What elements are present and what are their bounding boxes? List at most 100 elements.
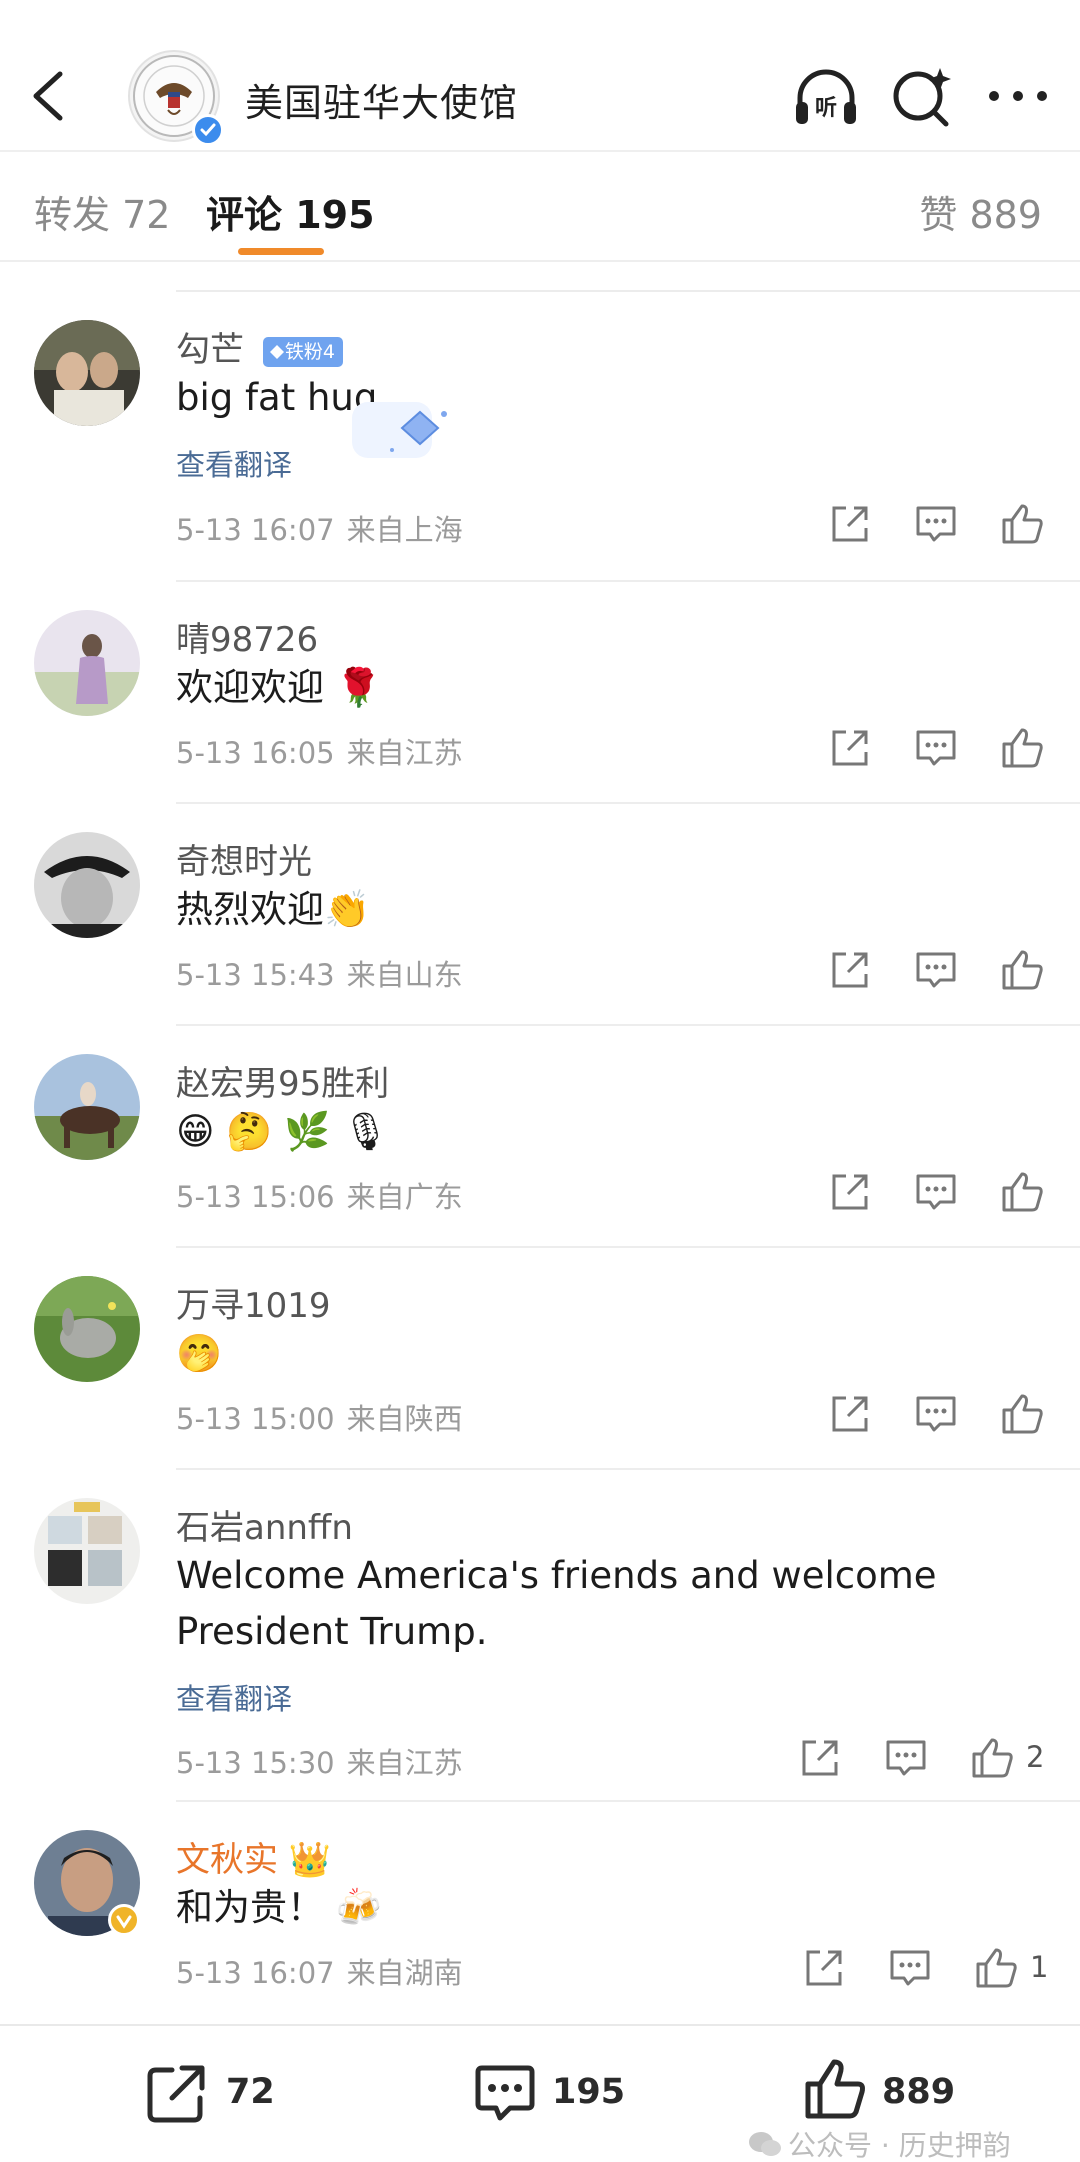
comment-button[interactable]: 195 [470, 2054, 640, 2134]
user-avatar[interactable] [34, 1276, 140, 1382]
comment-meta: 5-13 15:30 来自江苏 [176, 1740, 463, 1782]
like-count: 2 [1026, 1740, 1045, 1774]
listen-button[interactable]: 听 [790, 60, 862, 132]
comment-username[interactable]: 赵宏男95胜利 [176, 1056, 389, 1105]
reply-button[interactable] [910, 722, 962, 774]
bottom-action-bar: 72 195 889 公众号 · 历史押韵 [0, 2024, 1080, 2162]
like-post-button[interactable]: 889 [800, 2054, 970, 2134]
comment-time: 5-13 15:06 [176, 1180, 335, 1214]
comment-bubble-icon [886, 1740, 926, 1776]
user-avatar[interactable] [34, 320, 140, 426]
like-button[interactable] [996, 1166, 1048, 1218]
top-navigation-bar: 美国驻华大使馆 听 [0, 0, 1080, 152]
watermark: 公众号 · 历史押韵 [748, 2124, 1011, 2162]
share-icon [832, 952, 868, 988]
comment-meta: 5-13 15:06 来自广东 [176, 1174, 463, 1216]
comment-time: 5-13 16:05 [176, 736, 335, 770]
share-icon [832, 1174, 868, 1210]
comment-bubble-icon [916, 952, 956, 988]
reply-button[interactable] [910, 1388, 962, 1440]
thumbs-up-icon [972, 1738, 1013, 1778]
comment-text-line-2: President Trump. [176, 1610, 488, 1653]
comment-item: 赵宏男95胜利 😁 🤔 🌿 🎙 5-13 15:06 来自广东 [0, 1026, 1080, 1248]
thumbs-up-icon [976, 1948, 1017, 1988]
like-count: 1 [1030, 1950, 1049, 1984]
share-icon [802, 1740, 838, 1776]
watermark-text: 公众号 · 历史押韵 [788, 2129, 1011, 2162]
comment-time: 5-13 15:00 [176, 1402, 335, 1436]
like-button[interactable] [996, 944, 1048, 996]
view-translation-link[interactable]: 查看翻译 [176, 442, 292, 484]
wechat-icon [749, 2132, 781, 2156]
comment-bubble-icon [916, 730, 956, 766]
tab-reposts[interactable]: 转发 72 [34, 184, 170, 239]
like-count: 889 [882, 2072, 956, 2112]
verified-badge-icon [108, 1904, 140, 1936]
reply-button[interactable] [884, 1942, 936, 1994]
reply-button[interactable] [910, 1166, 962, 1218]
comment-meta: 5-13 16:07 来自上海 [176, 507, 463, 549]
user-avatar[interactable] [34, 1054, 140, 1160]
more-options-button[interactable] [982, 60, 1054, 132]
comment-item: 文秋实 👑 和为贵！ 🍻 5-13 16:07 来自湖南 1 [0, 1802, 1080, 2024]
share-button[interactable] [798, 1942, 850, 1994]
comment-username[interactable]: 石岩annffn [176, 1500, 353, 1549]
like-button[interactable] [970, 1942, 1022, 1994]
repost-button[interactable]: 72 [142, 2054, 292, 2134]
share-button[interactable] [824, 498, 876, 550]
share-button[interactable] [824, 1166, 876, 1218]
like-button[interactable] [996, 498, 1048, 550]
user-avatar[interactable] [34, 610, 140, 716]
comment-item: 晴98726 欢迎欢迎 🌹 5-13 16:05 来自江苏 [0, 582, 1080, 804]
comment-text-line-1: Welcome America's friends and welcome [176, 1554, 937, 1597]
comment-time: 5-13 15:43 [176, 958, 335, 992]
chevron-left-icon [33, 71, 63, 121]
comment-list[interactable]: 勾芒 铁粉4 big fat hug 查看翻译 5-13 16:07 来自上海 [0, 262, 1080, 2024]
page-title[interactable]: 美国驻华大使馆 [245, 72, 518, 127]
share-button[interactable] [824, 1388, 876, 1440]
comment-location: 来自湖南 [346, 1956, 463, 1990]
repost-count: 72 [226, 2072, 275, 2112]
thumbs-up-icon [1002, 1394, 1043, 1434]
like-button[interactable] [996, 722, 1048, 774]
reply-button[interactable] [880, 1732, 932, 1784]
username-text[interactable]: 勾芒 [176, 330, 244, 370]
comment-bubble-icon [916, 1174, 956, 1210]
back-button[interactable] [22, 60, 78, 132]
user-avatar[interactable] [34, 1498, 140, 1604]
comment-username[interactable]: 万寻1019 [176, 1278, 331, 1327]
active-tab-indicator [238, 248, 324, 255]
comment-bubble-icon [475, 2065, 535, 2121]
listen-label: 听 [815, 96, 837, 121]
share-button[interactable] [824, 944, 876, 996]
comment-meta: 5-13 16:07 来自湖南 [176, 1950, 463, 1992]
like-button[interactable] [966, 1732, 1018, 1784]
tab-comments[interactable]: 评论 195 [206, 184, 375, 239]
thumbs-up-icon [805, 2059, 865, 2119]
comment-bubble-icon [916, 1396, 956, 1432]
comment-bubble-icon [890, 1950, 930, 1986]
comment-username[interactable]: 勾芒 铁粉4 [176, 322, 343, 371]
comment-username[interactable]: 文秋实 👑 [176, 1832, 331, 1881]
thumbs-up-icon [1002, 504, 1043, 544]
like-button[interactable] [996, 1388, 1048, 1440]
share-icon [806, 1950, 842, 1986]
tab-likes[interactable]: 赞 889 [919, 184, 1042, 239]
share-icon [832, 1396, 868, 1432]
share-button[interactable] [824, 722, 876, 774]
comment-username[interactable]: 奇想时光 [176, 834, 312, 883]
user-avatar[interactable] [34, 832, 140, 938]
search-button[interactable] [886, 60, 958, 132]
reply-button[interactable] [910, 498, 962, 550]
more-dots-icon [989, 91, 1047, 101]
comment-username[interactable]: 晴98726 [176, 612, 318, 661]
share-button[interactable] [794, 1732, 846, 1784]
comment-location: 来自上海 [346, 513, 463, 547]
comment-item: 奇想时光 热烈欢迎👏 5-13 15:43 来自山东 [0, 804, 1080, 1026]
comment-count: 195 [552, 2072, 626, 2112]
reply-button[interactable] [910, 944, 962, 996]
view-translation-link[interactable]: 查看翻译 [176, 1676, 292, 1718]
embassy-seal-avatar[interactable] [128, 50, 224, 146]
comment-location: 来自江苏 [346, 1746, 463, 1780]
comment-location: 来自广东 [346, 1180, 463, 1214]
